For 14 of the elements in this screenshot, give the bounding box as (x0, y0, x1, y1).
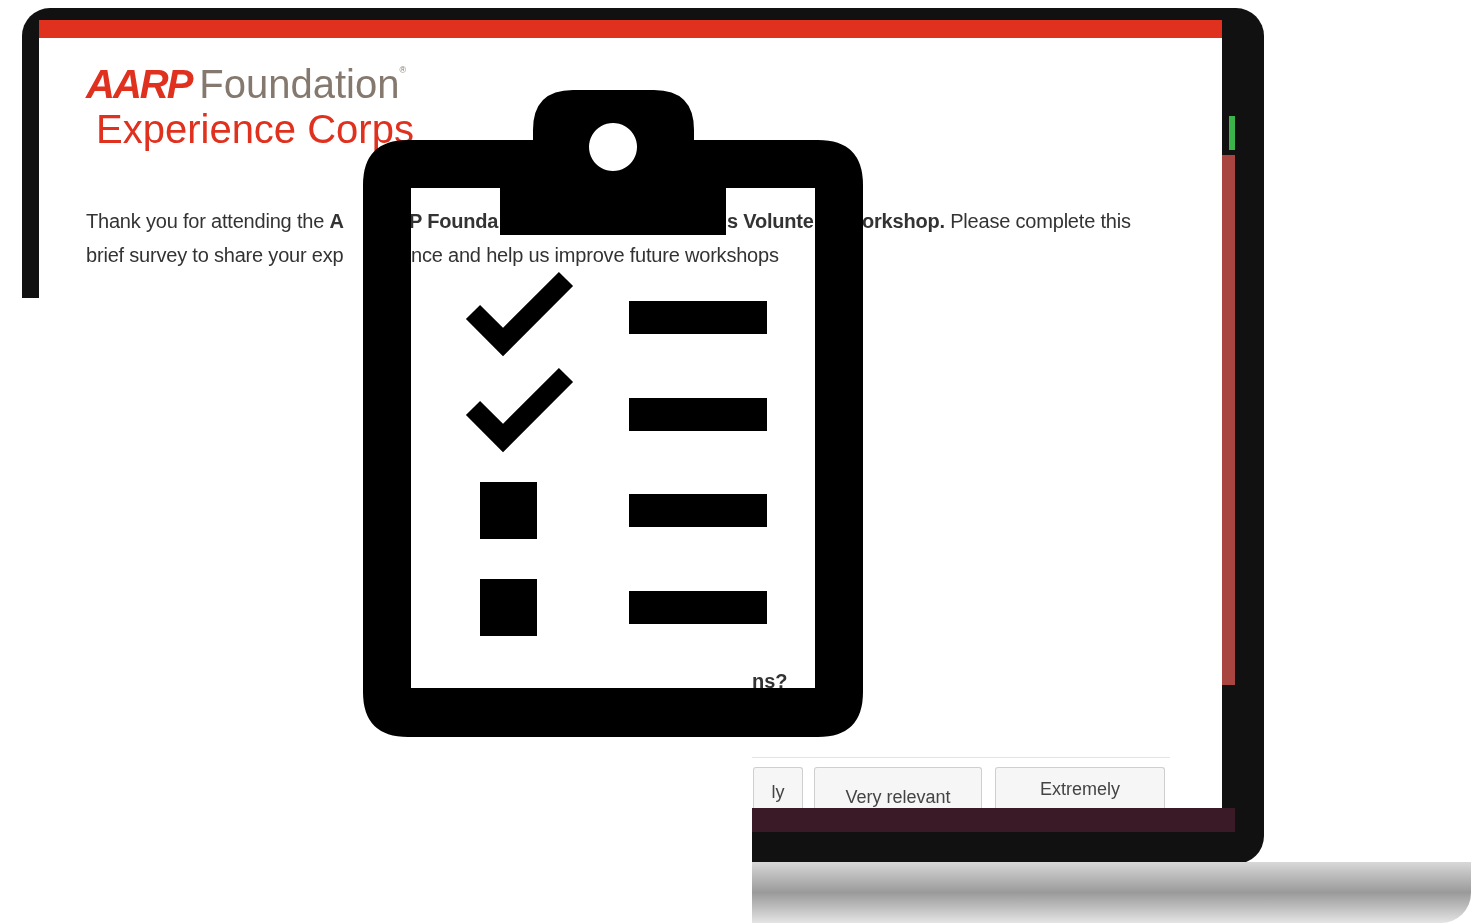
intro-text: brief survey to share your exp (86, 243, 344, 268)
side-indicator (1229, 116, 1235, 150)
logo-name: Foundation (199, 62, 400, 106)
brand-wordmark: AARP (86, 62, 192, 106)
intro-text: s Volunte (727, 209, 814, 234)
answer-option-button[interactable]: Extremely (995, 767, 1165, 808)
answer-option-button[interactable]: Very relevant (814, 767, 982, 808)
question-text: ns? (752, 674, 788, 688)
intro-text: Thank you for attending the A (86, 209, 344, 234)
registered-mark: ® (399, 66, 407, 75)
intro-text: nce and help us improve future workshops (411, 243, 779, 268)
logo-subtitle: Experience Corps (96, 106, 414, 152)
intro-text: orkshop. Please complete this (862, 209, 1131, 234)
answer-option-button[interactable]: ly (753, 767, 803, 808)
